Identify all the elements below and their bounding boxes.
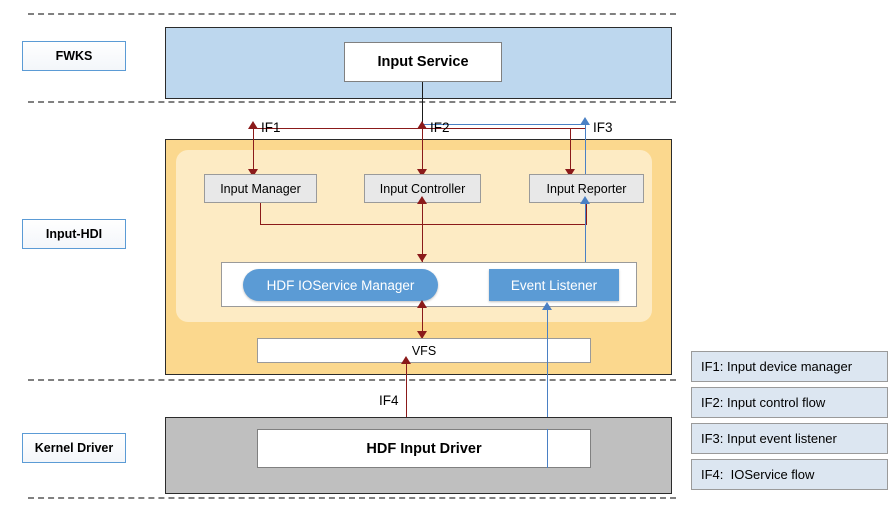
layer-divider-hdi-kernel bbox=[28, 379, 676, 381]
input-controller-label: Input Controller bbox=[379, 181, 466, 196]
legend-item-if2: IF2: Input control flow bbox=[691, 387, 888, 418]
hdf-ioservice-manager-block: HDF IOService Manager bbox=[243, 269, 438, 301]
event-listener-label: Event Listener bbox=[510, 277, 598, 293]
ioservice-arrow-up bbox=[417, 196, 427, 204]
legend-item-if1: IF1: Input device manager bbox=[691, 351, 888, 382]
legend-item-if2-label: IF2: Input control flow bbox=[701, 395, 826, 410]
layer-tag-kernel-driver: Kernel Driver bbox=[22, 433, 126, 463]
hdf-input-driver-box: HDF Input Driver bbox=[257, 429, 591, 468]
vfs-arrow-up bbox=[417, 300, 427, 308]
if2-arrow-up bbox=[417, 121, 427, 129]
input-service-box: Input Service bbox=[344, 42, 502, 82]
vfs-box: VFS bbox=[257, 338, 591, 363]
if3-arrow-up bbox=[580, 117, 590, 125]
layer-divider-bottom bbox=[28, 497, 676, 499]
ioservice-arrow-down bbox=[417, 254, 427, 262]
legend-item-if4: IF4: IOService flow bbox=[691, 459, 888, 490]
input-reporter-down-stub bbox=[586, 203, 587, 225]
if4-label: IF4 bbox=[379, 393, 399, 408]
legend-item-if1-label: IF1: Input device manager bbox=[701, 359, 853, 374]
input-reporter-label: Input Reporter bbox=[546, 181, 627, 196]
driver-to-event-listener-arrow bbox=[542, 302, 552, 310]
input-manager-label: Input Manager bbox=[220, 181, 301, 196]
vfs-label: VFS bbox=[411, 343, 437, 358]
event-listener-to-reporter-line bbox=[585, 203, 586, 262]
event-listener-block: Event Listener bbox=[489, 269, 619, 301]
legend-item-if4-label: IF4: IOService flow bbox=[701, 467, 815, 482]
input-manager-down-stub bbox=[260, 203, 261, 225]
if2-label: IF2 bbox=[430, 120, 450, 135]
layer-tag-kernel-driver-label: Kernel Driver bbox=[34, 441, 114, 455]
layer-tag-input-hdi-label: Input-HDI bbox=[45, 227, 103, 241]
architecture-diagram: FWKS Input-HDI Kernel Driver Input Servi… bbox=[0, 0, 896, 513]
if1-label: IF1 bbox=[261, 120, 281, 135]
input-service-label: Input Service bbox=[377, 54, 469, 70]
layer-tag-fwks: FWKS bbox=[22, 41, 126, 71]
layer-divider-top bbox=[28, 13, 676, 15]
if1-arrow-up bbox=[248, 121, 258, 129]
hdf-input-driver-label: HDF Input Driver bbox=[366, 440, 482, 457]
layer-tag-fwks-label: FWKS bbox=[55, 49, 93, 63]
event-listener-to-reporter-arrow bbox=[580, 196, 590, 204]
hdf-ioservice-manager-label: HDF IOService Manager bbox=[266, 277, 415, 293]
if3-label: IF3 bbox=[593, 120, 613, 135]
layer-divider-fwks-hdi bbox=[28, 101, 676, 103]
layer-tag-input-hdi: Input-HDI bbox=[22, 219, 126, 249]
module-bus-line bbox=[260, 224, 587, 225]
legend-item-if3-label: IF3: Input event listener bbox=[701, 431, 837, 446]
driver-line-overlay bbox=[547, 429, 548, 468]
input-manager-box: Input Manager bbox=[204, 174, 317, 203]
legend-item-if3: IF3: Input event listener bbox=[691, 423, 888, 454]
if4-arrow-up bbox=[401, 356, 411, 364]
if3-connector-line bbox=[585, 124, 586, 176]
